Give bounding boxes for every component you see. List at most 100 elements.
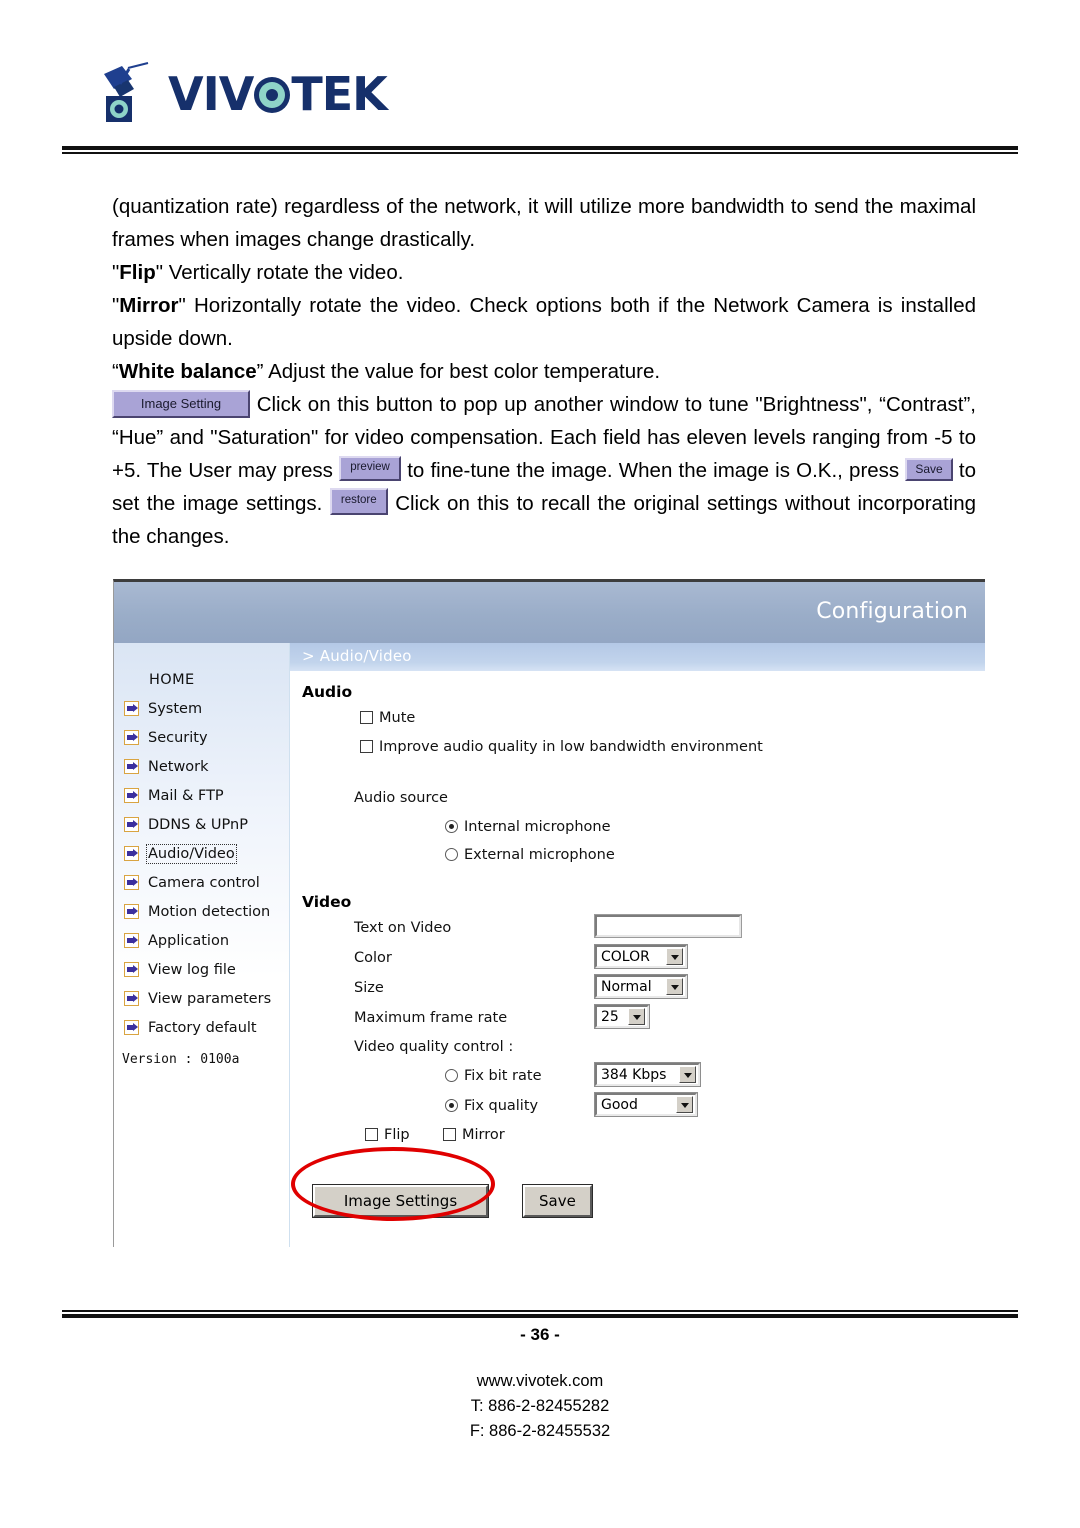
ui-header-bar: Configuration: [114, 582, 985, 643]
fix-quality-radio[interactable]: [445, 1099, 458, 1112]
audio-section-title: Audio: [302, 683, 353, 701]
sidebar-item-system[interactable]: System: [114, 694, 290, 723]
sidebar-item-label: Motion detection: [148, 903, 271, 920]
breadcrumb: > Audio/Video: [290, 643, 985, 671]
mirror-label: Mirror: [462, 1127, 505, 1143]
paragraph-mirror-text: Horizontally rotate the video. Check opt…: [112, 294, 976, 350]
size-select[interactable]: Normal: [594, 974, 688, 999]
vivotek-logo: VIV TEK: [98, 62, 388, 126]
sidebar-item-ddns-upnp[interactable]: DDNS & UPnP: [114, 810, 290, 839]
sidebar-item-label: DDNS & UPnP: [148, 816, 248, 833]
mute-checkbox[interactable]: [360, 711, 373, 724]
max-frame-rate-select[interactable]: 25: [594, 1004, 650, 1029]
improve-audio-checkbox[interactable]: [360, 740, 373, 753]
chevron-down-icon[interactable]: [628, 1008, 645, 1025]
page-header: VIV TEK: [0, 0, 1080, 165]
paragraph-white-balance-text: Adjust the value for best color temperat…: [263, 360, 661, 383]
sidebar-item-label: Security: [148, 729, 208, 746]
internal-microphone-radio[interactable]: [445, 820, 458, 833]
flip-checkbox-row[interactable]: Flip: [365, 1126, 410, 1144]
inline-save-button[interactable]: Save: [905, 458, 953, 482]
arrow-right-icon: [124, 846, 139, 861]
video-section-title: Video: [302, 893, 352, 911]
sidebar-item-audio-video[interactable]: Audio/Video: [114, 839, 290, 868]
mirror-checkbox[interactable]: [443, 1128, 456, 1141]
fix-bit-rate-row[interactable]: Fix bit rate: [445, 1067, 541, 1085]
chevron-down-icon[interactable]: [666, 978, 683, 995]
size-select-value: Normal: [601, 978, 652, 995]
external-microphone-radio[interactable]: [445, 848, 458, 861]
paragraph-mirror: "Mirror" Horizontally rotate the video. …: [112, 294, 976, 350]
fix-bit-rate-select[interactable]: 384 Kbps: [594, 1062, 701, 1087]
flip-checkbox[interactable]: [365, 1128, 378, 1141]
inline-preview-button[interactable]: preview: [339, 456, 402, 481]
mirror-checkbox-row[interactable]: Mirror: [443, 1126, 505, 1144]
flip-label: Flip: [384, 1127, 410, 1143]
inline-image-setting-button[interactable]: Image Setting: [112, 389, 250, 418]
arrow-right-icon: [124, 991, 139, 1006]
internal-microphone-label: Internal microphone: [464, 819, 611, 835]
sidebar-item-mail-ftp[interactable]: Mail & FTP: [114, 781, 290, 810]
fix-quality-row[interactable]: Fix quality: [445, 1097, 538, 1115]
vivotek-camera-logo-icon: [98, 62, 160, 126]
color-select-value: COLOR: [601, 948, 650, 965]
sidebar-item-label: Audio/Video: [146, 843, 237, 864]
sidebar-item-home[interactable]: HOME: [114, 665, 290, 694]
sidebar-item-label: View parameters: [148, 990, 272, 1007]
internal-microphone-row[interactable]: Internal microphone: [445, 818, 611, 836]
sidebar-item-label: Network: [148, 758, 209, 775]
term-flip: Flip: [119, 261, 156, 284]
sidebar-item-label: Factory default: [148, 1019, 257, 1036]
fix-bit-rate-value: 384 Kbps: [601, 1066, 667, 1083]
improve-audio-checkbox-row[interactable]: Improve audio quality in low bandwidth e…: [360, 738, 763, 756]
chevron-down-icon[interactable]: [679, 1066, 696, 1083]
sidebar-item-network[interactable]: Network: [114, 752, 290, 781]
arrow-right-icon: [124, 701, 139, 716]
fix-quality-label: Fix quality: [464, 1098, 539, 1114]
paragraph-flip-text: Vertically rotate the video.: [163, 261, 404, 284]
video-quality-control-label: Video quality control :: [354, 1039, 514, 1055]
inline-restore-button[interactable]: restore: [329, 488, 388, 515]
sidebar-item-motion-detection[interactable]: Motion detection: [114, 897, 290, 926]
fix-quality-select[interactable]: Good: [594, 1092, 698, 1117]
sidebar-item-label: Application: [148, 932, 230, 949]
document-body: (quantization rate) regardless of the ne…: [112, 190, 976, 553]
ui-nav-list: HOME System Security Network Mail & FTP …: [114, 665, 290, 1042]
sidebar-item-security[interactable]: Security: [114, 723, 290, 752]
chevron-down-icon[interactable]: [676, 1096, 693, 1113]
footer-telephone: T: 886-2-82455282: [470, 1397, 610, 1415]
save-button[interactable]: Save: [522, 1184, 593, 1218]
term-mirror: Mirror: [119, 294, 179, 317]
arrow-right-icon: [124, 788, 139, 803]
brand-letter-o-icon: [253, 75, 291, 113]
firmware-version-label: Version : 0100a: [122, 1052, 240, 1067]
brand-text-vi: VIV: [168, 67, 254, 121]
arrow-right-icon: [124, 933, 139, 948]
image-settings-button[interactable]: Image Settings: [312, 1184, 489, 1218]
fix-bit-rate-radio[interactable]: [445, 1069, 458, 1082]
sidebar-item-label-home: HOME: [149, 671, 195, 688]
paragraph-image-setting: Image Setting Click on this button to po…: [112, 388, 976, 553]
sidebar-item-factory-default[interactable]: Factory default: [114, 1013, 290, 1042]
sidebar-item-label: Mail & FTP: [148, 787, 224, 804]
sidebar-item-camera-control[interactable]: Camera control: [114, 868, 290, 897]
audio-source-label: Audio source: [354, 790, 448, 806]
external-microphone-label: External microphone: [464, 847, 615, 863]
sidebar-item-label: Camera control: [148, 874, 260, 891]
mute-checkbox-row[interactable]: Mute: [360, 709, 415, 727]
paragraph-image-setting-text-b: to fine-tune the image. When the image i…: [407, 459, 900, 482]
color-label: Color: [354, 950, 392, 966]
sidebar-item-application[interactable]: Application: [114, 926, 290, 955]
sidebar-item-view-log-file[interactable]: View log file: [114, 955, 290, 984]
external-microphone-row[interactable]: External microphone: [445, 846, 615, 864]
arrow-right-icon: [124, 904, 139, 919]
arrow-right-icon: [124, 875, 139, 890]
sidebar-item-view-parameters[interactable]: View parameters: [114, 984, 290, 1013]
ui-main-panel: > Audio/Video Audio Mute Improve audio q…: [290, 643, 985, 1247]
text-on-video-input[interactable]: [594, 914, 742, 938]
ui-sidebar: HOME System Security Network Mail & FTP …: [114, 643, 290, 1247]
chevron-down-icon[interactable]: [666, 948, 683, 965]
footer-website: www.vivotek.com: [476, 1372, 604, 1390]
fix-bit-rate-label: Fix bit rate: [464, 1068, 542, 1084]
color-select[interactable]: COLOR: [594, 944, 688, 969]
